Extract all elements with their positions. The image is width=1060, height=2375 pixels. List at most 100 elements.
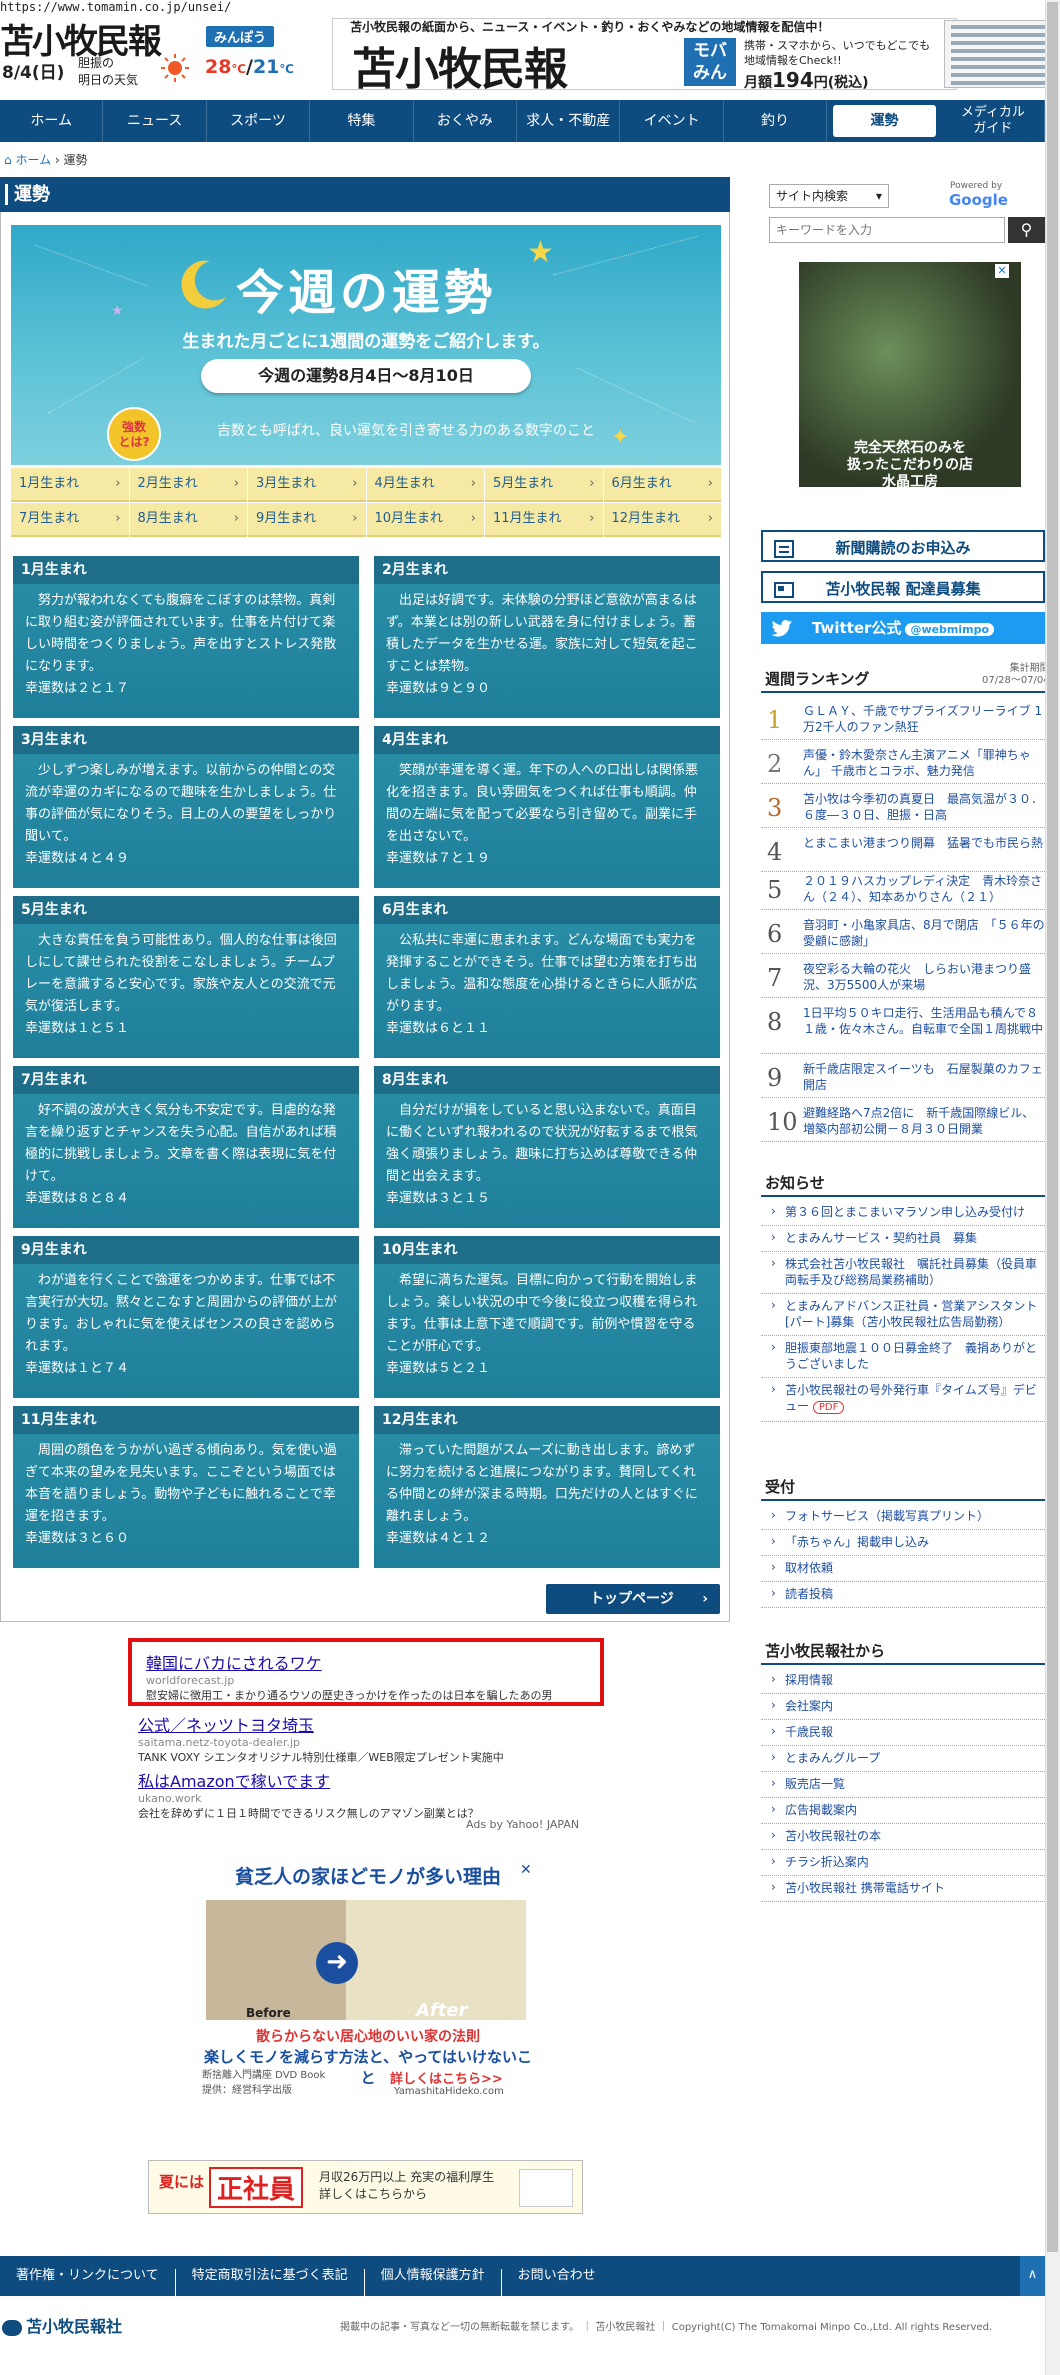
banner-price-value: 194 [772, 68, 814, 92]
ranking-item[interactable]: 2 声優・鈴木愛奈さん主演アニメ「罪神ちゃん」 千歳市とコラボ、魅力発信 [761, 744, 1045, 784]
rank-title[interactable]: 音羽町・小亀家具店、8月で閉店 「５６年の愛顧に感謝」 [803, 917, 1045, 949]
rank-title[interactable]: 苫小牧は今季初の真夏日 最高気温が３０．６度―３０日、胆振・日高 [803, 791, 1045, 823]
notice-item[interactable]: 第３６回とまこまいマラソン申し込み受付け [761, 1200, 1045, 1226]
month-button-11[interactable]: 11月生まれ [485, 503, 603, 537]
accept-item[interactable]: フォトサービス（掲載写真プリント） [761, 1504, 1045, 1530]
month-button-6[interactable]: 6月生まれ [603, 468, 721, 502]
company-item[interactable]: 広告掲載案内 [761, 1798, 1045, 1824]
month-button-8[interactable]: 8月生まれ [129, 503, 247, 537]
card-body: 大きな責任を負う可能性あり。個人的な仕事は後回しにして課せられた役割をこなしまし… [25, 933, 337, 1014]
company-item[interactable]: とまみんグループ [761, 1746, 1045, 1772]
nav-jobs[interactable]: 求人・不動産 [517, 100, 621, 142]
nav-feature[interactable]: 特集 [310, 100, 414, 142]
nav-fishing[interactable]: 釣り [724, 100, 828, 142]
month-button-9[interactable]: 9月生まれ [248, 503, 366, 537]
rank-title[interactable]: 1日平均５０キロ走行、生活用品も積んで８１歳・佐々木さん。自転車で全国１周挑戦中 [803, 1005, 1045, 1037]
search-input[interactable] [769, 217, 1005, 243]
company-item[interactable]: 苫小牧民報社 携帯電話サイト [761, 1876, 1045, 1902]
accept-item[interactable]: 読者投稿 [761, 1582, 1045, 1608]
ad-title[interactable]: 公式／ネッツトヨタ埼玉 [138, 1712, 598, 1736]
footer-link-contact[interactable]: お問い合わせ [502, 2269, 612, 2296]
accept-item[interactable]: 「赤ちゃん」掲載申し込み [761, 1530, 1045, 1556]
footer-link-privacy[interactable]: 個人情報保護方針 [365, 2269, 502, 2296]
month-button-1[interactable]: 1月生まれ [11, 468, 129, 502]
nav-medical-guide[interactable]: メディカル ガイド [942, 100, 1046, 142]
ranking-item[interactable]: 7 夜空彩る大輪の花火 しらおい港まつり盛況、3万5500人が来場 [761, 958, 1045, 998]
month-button-12[interactable]: 12月生まれ [603, 503, 721, 537]
nav-news[interactable]: ニュース [103, 100, 207, 142]
card-title: 11月生まれ [13, 1406, 359, 1434]
rank-title[interactable]: 声優・鈴木愛奈さん主演アニメ「罪神ちゃん」 千歳市とコラボ、魅力発信 [803, 747, 1045, 779]
month-button-3[interactable]: 3月生まれ [248, 468, 366, 502]
ranking-item[interactable]: 8 1日平均５０キロ走行、生活用品も積んで８１歳・佐々木さん。自転車で全国１周挑戦… [761, 1002, 1045, 1054]
month-button-4[interactable]: 4月生まれ [366, 468, 484, 502]
scrollbar-thumb[interactable] [1047, 2, 1058, 2252]
ads-by-label[interactable]: Ads by Yahoo! JAPAN [466, 1818, 579, 1831]
book-ad[interactable]: 貧乏人の家ほどモノが多い理由 ✕ ➜ Before After 散らからない居心… [198, 1862, 538, 2137]
company-item[interactable]: 会社案内 [761, 1694, 1045, 1720]
notice-item[interactable]: とまみんサービス・契約社員 募集 [761, 1226, 1045, 1252]
rank-title[interactable]: 避難経路へ7点2倍に 新千歳国際線ビル、増築内部初公開－８月３０日開業 [803, 1105, 1045, 1137]
ranking-item[interactable]: 9 新千歳店限定スイーツも 石屋製菓のカフェ開店 [761, 1058, 1045, 1098]
breadcrumb-home[interactable]: ホーム [15, 153, 51, 167]
footer-link-copyright[interactable]: 著作権・リンクについて [0, 2269, 176, 2296]
month-button-7[interactable]: 7月生まれ [11, 503, 129, 537]
top-page-button[interactable]: トップページ [546, 1584, 720, 1614]
footer-logo[interactable]: 苫小牧民報社 [2, 2313, 122, 2337]
temp-unit: ℃ [279, 62, 294, 76]
month-button-5[interactable]: 5月生まれ [485, 468, 603, 502]
job-banner-ad[interactable]: 夏には 正社員 月収26万円以上 充実の福利厚生 詳しくはこちらから [148, 2160, 583, 2214]
company-item[interactable]: 販売店一覧 [761, 1772, 1045, 1798]
card-body: 周囲の顔色をうかがい過ぎる傾向あり。気を使い過ぎて本来の望みを見失います。ここぞ… [25, 1443, 337, 1524]
book-ad-more-link[interactable]: 詳しくはこちら>> [390, 2068, 503, 2087]
footer-link-commerce[interactable]: 特定商取引法に基づく表記 [176, 2269, 365, 2296]
ranking-item[interactable]: 6 音羽町・小亀家具店、8月で閉店 「５６年の愛顧に感謝」 [761, 914, 1045, 954]
page-top-arrow-icon[interactable]: ∧ [1020, 2256, 1045, 2296]
ranking-item[interactable]: 1 ＧＬＡＹ、千歳でサプライズフリーライブ 1万2千人のファン熱狂 [761, 700, 1045, 740]
month-button-10[interactable]: 10月生まれ [366, 503, 484, 537]
subscribe-button[interactable]: 新聞購読のお申込み [761, 530, 1045, 562]
rank-title[interactable]: ２０１９ハスカップレディ決定 青木玲奈さん（２４）、知本あかりさん（２１） [803, 873, 1045, 905]
text-ad-highlighted[interactable]: 韓国にバカにされるワケ worldforecast.jp 慰安婦に徴用工・まかり… [128, 1638, 604, 1706]
rank-title[interactable]: 夜空彩る大輪の花火 しらおい港まつり盛況、3万5500人が来場 [803, 961, 1045, 993]
notice-item[interactable]: 胆振東部地震１００日募金終了 義捐ありがとうございました [761, 1336, 1045, 1378]
company-item[interactable]: チラシ折込案内 [761, 1850, 1045, 1876]
nav-obituary[interactable]: おくやみ [414, 100, 518, 142]
nav-home[interactable]: ホーム [0, 100, 104, 142]
before-label: Before [246, 2006, 291, 2020]
company-item[interactable]: 千歳民報 [761, 1720, 1045, 1746]
nav-sports[interactable]: スポーツ [207, 100, 311, 142]
banner-mobami-2: みん [693, 63, 727, 83]
distributor-button[interactable]: 苫小牧民報 配達員募集 [761, 571, 1045, 603]
ranking-item[interactable]: 4 とまこまい港まつり開幕 猛暑でも市民ら熱 [761, 832, 1045, 872]
search-scope-select[interactable]: サイト内検索 [769, 184, 889, 208]
accept-item[interactable]: 取材依頼 [761, 1556, 1045, 1582]
search-icon[interactable]: ⚲ [1008, 217, 1045, 243]
text-ad[interactable]: 私はAmazonで稼いでます ukano.work 会社を辞めずに１日１時間でで… [138, 1768, 598, 1821]
nav-fortune[interactable]: 運勢 [833, 105, 936, 137]
text-ad[interactable]: 公式／ネッツトヨタ埼玉 saitama.netz-toyota-dealer.j… [138, 1712, 598, 1765]
banner-mobami-1: モバ [693, 41, 727, 61]
company-item[interactable]: 採用情報 [761, 1668, 1045, 1694]
close-icon[interactable]: ✕ [995, 264, 1009, 278]
stone-shop-ad[interactable]: ✕ 完全天然石のみを 扱ったこだわりの店 水晶工房 [799, 262, 1021, 487]
rank-title[interactable]: 新千歳店限定スイーツも 石屋製菓のカフェ開店 [803, 1061, 1045, 1093]
ranking-item[interactable]: 5 ２０１９ハスカップレディ決定 青木玲奈さん（２４）、知本あかりさん（２１） [761, 870, 1045, 910]
notice-item[interactable]: 苫小牧民報社の号外発行車『タイムズ号』デビュー PDF [761, 1378, 1045, 1422]
book-ad-line3b: 提供：経営科学出版 [202, 2085, 292, 2096]
rank-title[interactable]: ＧＬＡＹ、千歳でサプライズフリーライブ 1万2千人のファン熱狂 [803, 703, 1045, 735]
ad-title[interactable]: 韓国にバカにされるワケ [146, 1650, 586, 1674]
close-icon[interactable]: ✕ [520, 1862, 532, 1878]
notice-item[interactable]: 株式会社苫小牧民報社 嘱託社員募集（役員車両転手及び総務局業務補助） [761, 1252, 1045, 1294]
nav-events[interactable]: イベント [620, 100, 724, 142]
ranking-item[interactable]: 3 苫小牧は今季初の真夏日 最高気温が３０．６度―３０日、胆振・日高 [761, 788, 1045, 828]
rank-title[interactable]: とまこまい港まつり開幕 猛暑でも市民ら熱 [803, 835, 1045, 851]
company-item[interactable]: 苫小牧民報社の本 [761, 1824, 1045, 1850]
job-ad-lead: 夏には [159, 2173, 205, 2191]
twitter-button[interactable]: Twitter公式 @webmimpo [761, 612, 1045, 644]
notice-item[interactable]: とまみんアドバンス正社員・営業アシスタント[パート]募集（苫小牧民報社広告局勤務… [761, 1294, 1045, 1336]
stone-shop-ad-text: 完全天然石のみを 扱ったこだわりの店 水晶工房 [799, 440, 1021, 487]
ad-title[interactable]: 私はAmazonで稼いでます [138, 1768, 598, 1792]
month-button-2[interactable]: 2月生まれ [129, 468, 247, 502]
ranking-item[interactable]: 10 避難経路へ7点2倍に 新千歳国際線ビル、増築内部初公開－８月３０日開業 [761, 1102, 1045, 1142]
